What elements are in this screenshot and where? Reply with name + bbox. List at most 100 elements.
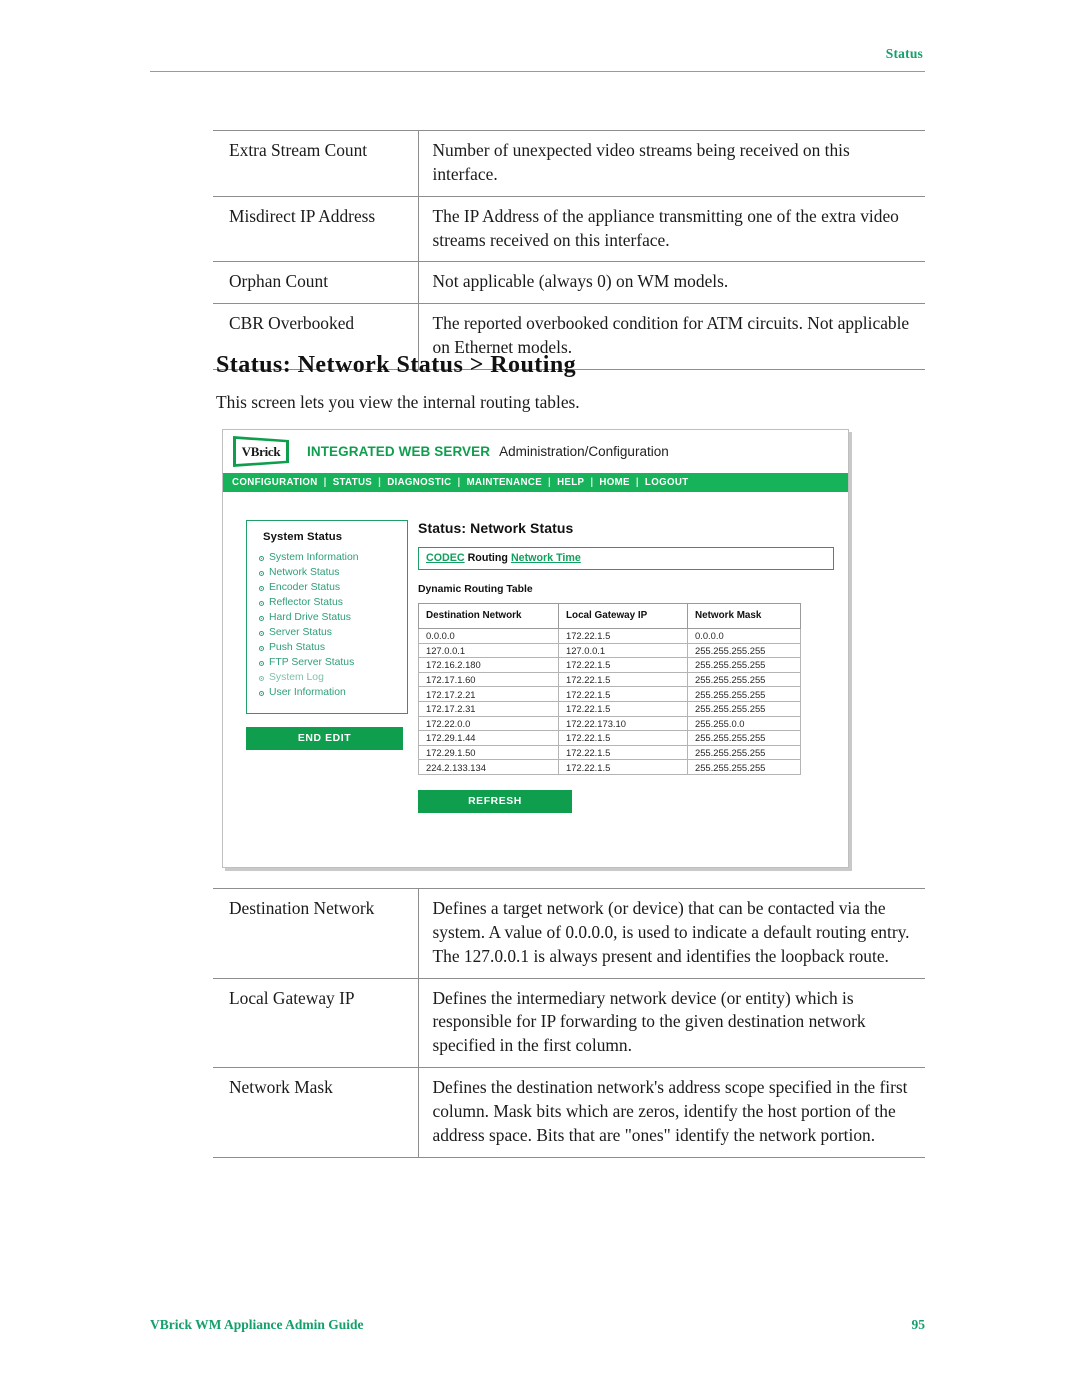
table-row: Misdirect IP Address The IP Address of th… [213,196,925,263]
app-product-subtitle: Administration/Configuration [499,444,669,459]
routing-cell: 255.255.0.0 [687,715,801,732]
tab-routing[interactable]: Routing [468,552,508,564]
routing-cell: 255.255.255.255 [687,671,801,688]
app-brand-bar: VBrick INTEGRATED WEB SERVER Administrat… [223,430,848,473]
content-tab-bar[interactable]: CODEC Routing Network Time [418,547,834,570]
routing-cell: 172.16.2.180 [418,657,559,673]
routing-table-head: Destination Network Local Gateway IP Netwo… [418,603,801,629]
routing-table-row: 0.0.0.0 172.22.1.5 0.0.0.0 [418,628,801,644]
routing-cell: 172.22.1.5 [558,759,688,775]
routing-cell: 224.2.133.134 [418,759,559,775]
routing-cell: 127.0.0.1 [558,642,688,659]
table-row: Extra Stream Count Number of unexpected v… [213,130,925,197]
field-definition-table-top: Extra Stream Count Number of unexpected v… [213,130,925,370]
sidebar-item-system-log[interactable]: System Log [259,671,395,686]
sidebar-item-server-status[interactable]: Server Status [259,626,395,641]
page-footer: VBrick WM Appliance Admin Guide 95 [150,1317,925,1333]
sidebar-item-label: FTP Server Status [269,657,355,669]
dynamic-routing-table: Destination Network Local Gateway IP Netwo… [418,603,801,775]
system-status-title: System Status [263,531,343,543]
routing-table-row: 127.0.0.1 127.0.0.1 255.255.255.255 [418,642,801,659]
bullet-icon [259,631,264,636]
routing-table-body: 0.0.0.0 172.22.1.5 0.0.0.0 127.0.0.1 127.0.0… [418,628,801,775]
sidebar-item-encoder-status[interactable]: Encoder Status [259,581,395,596]
content-title: Status: Network Status [418,520,574,536]
nav-item-help[interactable]: HELP [557,477,584,488]
nav-item-home[interactable]: HOME [599,477,629,488]
routing-table-row: 172.17.2.21 172.22.1.5 255.255.255.255 [418,686,801,702]
sidebar-item-network-status[interactable]: Network Status [259,566,395,581]
nav-item-diagnostic[interactable]: DIAGNOSTIC [387,477,451,488]
bullet-icon [259,556,264,561]
routing-cell: 172.22.1.5 [558,730,688,746]
routing-cell: 172.17.2.31 [418,700,559,717]
sidebar-item-label: System Information [269,552,359,564]
routing-table-header-row: Destination Network Local Gateway IP Netwo… [418,603,801,629]
field-definition-table-bottom: Destination Network Defines a target netw… [213,888,925,1158]
nav-item-status[interactable]: STATUS [333,477,372,488]
field-description-cell: Not applicable (always 0) on WM models. [418,261,925,305]
field-description-cell: Number of unexpected video streams being… [418,130,925,197]
sidebar-item-push-status[interactable]: Push Status [259,641,395,656]
routing-table-row: 224.2.133.134 172.22.1.5 255.255.255.255 [418,759,801,775]
routing-table-row: 172.29.1.50 172.22.1.5 255.255.255.255 [418,744,801,761]
routing-column-header: Network Mask [687,603,801,629]
app-sidebar: System Status System Information Network … [223,520,408,813]
app-nav-bar[interactable]: CONFIGURATION | STATUS | DIAGNOSTIC | MAINTENA… [223,473,848,492]
sidebar-item-ftp-server-status[interactable]: FTP Server Status [259,656,395,671]
bullet-icon [259,601,264,606]
bullet-icon [259,676,264,681]
routing-cell: 0.0.0.0 [687,628,801,644]
dynamic-routing-table-label: Dynamic Routing Table [418,584,533,595]
routing-table-row: 172.22.0.0 172.22.173.10 255.255.0.0 [418,715,801,732]
bullet-icon [259,661,264,666]
field-name-cell: Orphan Count [213,261,419,305]
sidebar-item-label: Encoder Status [269,582,341,594]
routing-cell: 127.0.0.1 [418,642,559,659]
bullet-icon [259,646,264,651]
section-intro-text: This screen lets you view the internal r… [216,392,580,412]
routing-cell: 255.255.255.255 [687,686,801,702]
routing-cell: 255.255.255.255 [687,759,801,775]
routing-column-header: Local Gateway IP [558,603,688,629]
vbrick-logo-icon: VBrick [233,436,289,467]
routing-cell: 172.22.1.5 [558,686,688,702]
tab-network-time[interactable]: Network Time [511,552,581,564]
end-edit-button[interactable]: END EDIT [246,727,403,750]
nav-item-maintenance[interactable]: MAINTENANCE [467,477,542,488]
table-row: Network Mask Defines the destination netw… [213,1067,925,1158]
table-row: Orphan Count Not applicable (always 0) on… [213,261,925,305]
nav-item-configuration[interactable]: CONFIGURATION [232,477,318,488]
nav-separator: | [635,477,639,488]
sidebar-item-label: Server Status [269,627,332,639]
routing-cell: 172.22.0.0 [418,715,559,732]
routing-cell: 172.17.2.21 [418,686,559,702]
app-product-name: INTEGRATED WEB SERVER [307,444,491,459]
nav-separator: | [548,477,552,488]
nav-separator: | [457,477,461,488]
sidebar-item-label: Network Status [269,567,340,579]
refresh-button[interactable]: REFRESH [418,789,572,813]
sidebar-item-reflector-status[interactable]: Reflector Status [259,596,395,611]
table-body: Extra Stream Count Number of unexpected v… [213,130,925,370]
field-name-cell: Destination Network [213,888,419,979]
routing-cell: 255.255.255.255 [687,657,801,673]
sidebar-item-user-information[interactable]: User Information [259,686,395,701]
bullet-icon [259,616,264,621]
nav-separator: | [378,477,382,488]
field-name-cell: Network Mask [213,1067,419,1158]
sidebar-item-system-information[interactable]: System Information [259,551,395,566]
page-header: Status [150,46,925,72]
sidebar-item-hard-drive-status[interactable]: Hard Drive Status [259,611,395,626]
routing-cell: 255.255.255.255 [687,730,801,746]
nav-separator: | [590,477,594,488]
routing-cell: 255.255.255.255 [687,700,801,717]
nav-item-logout[interactable]: LOGOUT [645,477,689,488]
tab-codec[interactable]: CODEC [426,552,465,564]
routing-cell: 172.22.1.5 [558,700,688,717]
routing-table-row: 172.17.1.60 172.22.1.5 255.255.255.255 [418,671,801,688]
field-description-cell: Defines the destination network's addres… [418,1067,925,1158]
bullet-icon [259,571,264,576]
routing-column-header: Destination Network [418,603,559,629]
embedded-app-screenshot: VBrick INTEGRATED WEB SERVER Administrat… [222,429,849,868]
